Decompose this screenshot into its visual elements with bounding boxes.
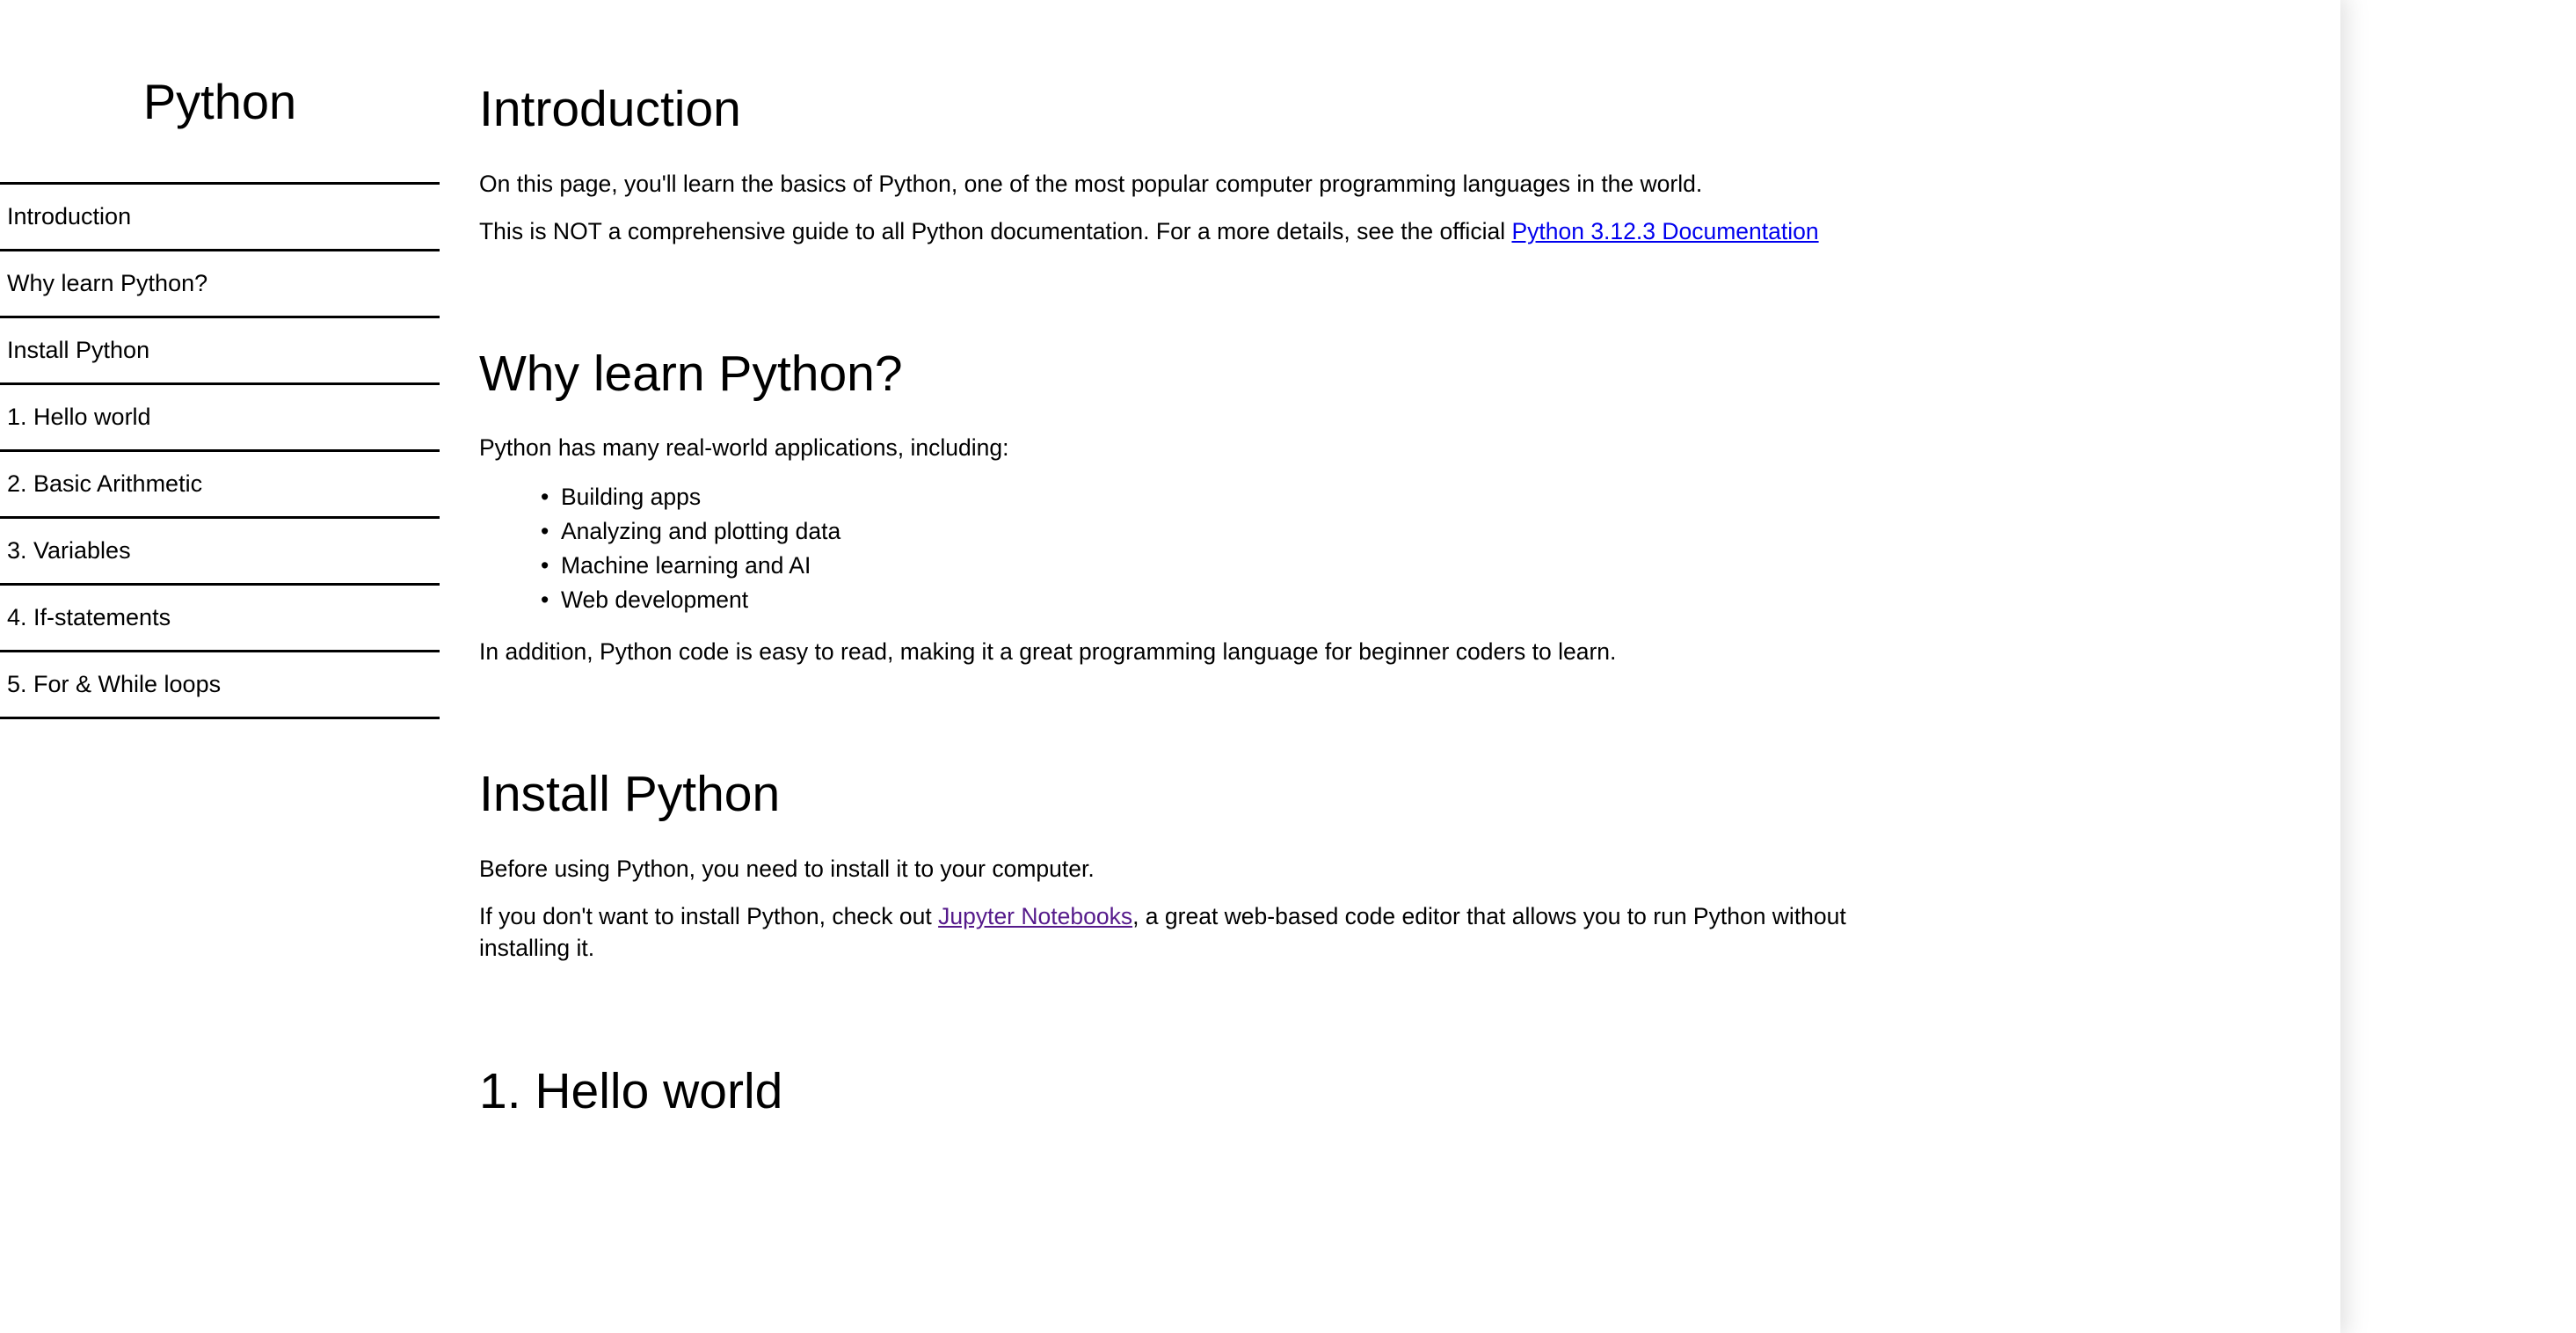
- list-item-label: Machine learning and AI: [561, 552, 811, 579]
- bullet-icon: •: [541, 517, 549, 544]
- document-sheet: Python Introduction Why learn Python? In…: [0, 0, 2340, 1333]
- bullet-icon: •: [541, 552, 549, 579]
- sidebar-link-why-learn-python[interactable]: Why learn Python?: [0, 269, 207, 297]
- sidebar-link-introduction[interactable]: Introduction: [0, 202, 131, 230]
- site-title: Python: [142, 74, 297, 129]
- sidebar-link-variables[interactable]: 3. Variables: [0, 536, 131, 565]
- paragraph-introduction-1: On this page, you'll learn the basics of…: [479, 171, 1703, 197]
- sidebar-link-if-statements[interactable]: 4. If-statements: [0, 603, 171, 631]
- paragraph-install-2-text-before: If you don't want to install Python, che…: [479, 902, 939, 929]
- sidebar-item-for-while-loops[interactable]: 5. For & While loops: [0, 652, 440, 719]
- document-sheet-inner: Python Introduction Why learn Python? In…: [0, 0, 2340, 1333]
- sidebar-item-variables[interactable]: 3. Variables: [0, 519, 440, 586]
- list-item: • Building apps: [541, 480, 2062, 514]
- list-item: • Web development: [541, 583, 2062, 617]
- applications-list: • Building apps • Analyzing and plotting d…: [479, 464, 2062, 618]
- paragraph-why-learn-intro: Python has many real-world applications,…: [479, 434, 1009, 462]
- sidebar-item-hello-world[interactable]: 1. Hello world: [0, 385, 440, 452]
- sidebar-item-why-learn-python[interactable]: Why learn Python?: [0, 251, 440, 318]
- paragraph-why-learn-closing: In addition, Python code is easy to read…: [479, 637, 1617, 665]
- list-item: • Machine learning and AI: [541, 549, 2062, 583]
- list-item-label: Analyzing and plotting data: [561, 517, 841, 544]
- heading-hello-world: 1. Hello world: [479, 1062, 783, 1119]
- python-documentation-link[interactable]: Python 3.12.3 Documentation: [1511, 218, 1818, 244]
- jupyter-notebooks-link[interactable]: Jupyter Notebooks: [938, 903, 1132, 929]
- sidebar-item-if-statements[interactable]: 4. If-statements: [0, 586, 440, 652]
- paragraph-introduction-2: This is NOT a comprehensive guide to all…: [479, 200, 1903, 248]
- sidebar-item-introduction[interactable]: Introduction: [0, 185, 440, 251]
- sidebar-link-hello-world[interactable]: 1. Hello world: [0, 403, 151, 431]
- paragraph-install-2: If you don't want to install Python, che…: [479, 885, 1930, 965]
- sidebar-link-basic-arithmetic[interactable]: 2. Basic Arithmetic: [0, 470, 202, 498]
- sidebar-nav-list: Introduction Why learn Python? Install P…: [0, 182, 440, 719]
- sidebar-link-install-python[interactable]: Install Python: [0, 336, 149, 364]
- heading-install-python: Install Python: [479, 766, 781, 823]
- sidebar-link-for-while-loops[interactable]: 5. For & While loops: [0, 670, 221, 698]
- paragraph-introduction-2-text-before: This is NOT a comprehensive guide to all…: [479, 217, 1512, 244]
- sidebar-item-basic-arithmetic[interactable]: 2. Basic Arithmetic: [0, 452, 440, 519]
- bullet-icon: •: [541, 483, 549, 510]
- paragraph-install-1: Before using Python, you need to install…: [479, 856, 1095, 883]
- list-item: • Analyzing and plotting data: [541, 514, 2062, 549]
- heading-introduction: Introduction: [479, 81, 741, 137]
- page-root: Python Introduction Why learn Python? In…: [0, 0, 2576, 1333]
- list-item-label: Building apps: [561, 483, 702, 510]
- sidebar: Python Introduction Why learn Python? In…: [0, 0, 440, 719]
- heading-why-learn-python: Why learn Python?: [479, 346, 903, 403]
- bullet-icon: •: [541, 586, 549, 614]
- sidebar-item-install-python[interactable]: Install Python: [0, 318, 440, 385]
- main-content: Introduction On this page, you'll learn …: [479, 0, 2062, 1117]
- list-item-label: Web development: [561, 586, 749, 614]
